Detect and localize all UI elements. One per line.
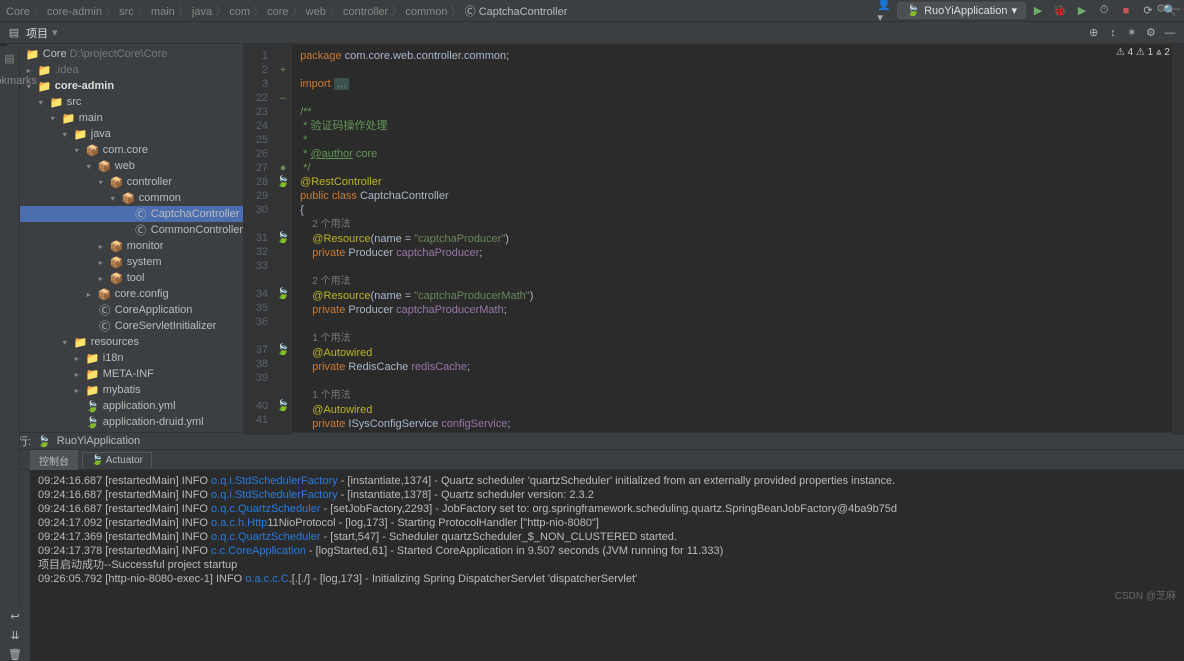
bookmarks-label[interactable]: Bookmarks (0, 75, 37, 87)
code-editor[interactable]: 1 2 3 22 23 24 25 26 27 28 29 30 31 32 3… (244, 45, 1184, 435)
project-panel-title: 项目 (26, 25, 48, 41)
chevron-down-icon[interactable]: ▾ (52, 26, 58, 39)
inspection-badge[interactable]: ⚠ 4 ⚠ 1 ⩓ 2 (1116, 47, 1170, 58)
run-config-name: RuoYiApplication (57, 435, 140, 447)
project-tree[interactable]: ▾📁Core D:\projectCore\Core▸📁.idea▾📁core-… (7, 44, 243, 432)
trash-icon[interactable]: 🗑 (8, 648, 22, 661)
user-icon[interactable]: 👤▾ (877, 3, 893, 19)
vcs-update-button[interactable]: ⟳ (1140, 3, 1156, 19)
breadcrumb-path[interactable]: Core 〉 core-admin 〉 src 〉 main 〉 java 〉 … (6, 3, 567, 19)
run-config-selector[interactable]: 🍃 RuoYiApplication ▾ (897, 2, 1026, 19)
project-toolbar: ⊕ ↕ ✶ ⚙ — (1086, 24, 1178, 41)
console-output[interactable]: 09:24:16.687 [restartedMain] INFO o.q.i.… (30, 470, 1184, 661)
left-tool-strip: ▤ Bookmarks (0, 46, 20, 606)
error-stripe[interactable] (1172, 45, 1184, 435)
console-tabs[interactable]: 控制台🍃 Actuator (0, 450, 1184, 470)
project-tool-icon[interactable]: ▤ (6, 25, 22, 41)
debug-button[interactable]: 🐞 (1052, 3, 1068, 19)
scroll-icon[interactable]: ⇊ (10, 629, 19, 642)
chevron-down-icon: ▾ (1011, 4, 1017, 17)
editor-area: ⒸCaptchaController.java×ⒸDefaultKaptcha.… (244, 44, 1184, 432)
run-tool-window: 运行: 🍃 RuoYiApplication ⚙ — 控制台🍃 Actuator… (0, 432, 1184, 604)
profile-button[interactable]: ⏱ (1096, 3, 1112, 19)
watermark: CSDN @芝麻 (1115, 587, 1176, 602)
run-settings-icon[interactable]: ⚙ — (1156, 2, 1180, 15)
spring-icon: 🍃 (906, 4, 920, 17)
project-tree-panel: ▾📁Core D:\projectCore\Core▸📁.idea▾📁core-… (7, 44, 244, 432)
run-button[interactable]: ▶ (1030, 3, 1046, 19)
spring-icon: 🍃 (37, 435, 51, 448)
stop-button[interactable]: ■ (1118, 3, 1134, 19)
breadcrumb-bar: Core 〉 core-admin 〉 src 〉 main 〉 java 〉 … (0, 0, 1184, 22)
coverage-button[interactable]: ▶ (1074, 3, 1090, 19)
structure-icon[interactable]: ▤ (4, 52, 14, 65)
wrap-icon[interactable]: ↩ (10, 610, 19, 623)
run-config-label: RuoYiApplication (924, 5, 1007, 17)
